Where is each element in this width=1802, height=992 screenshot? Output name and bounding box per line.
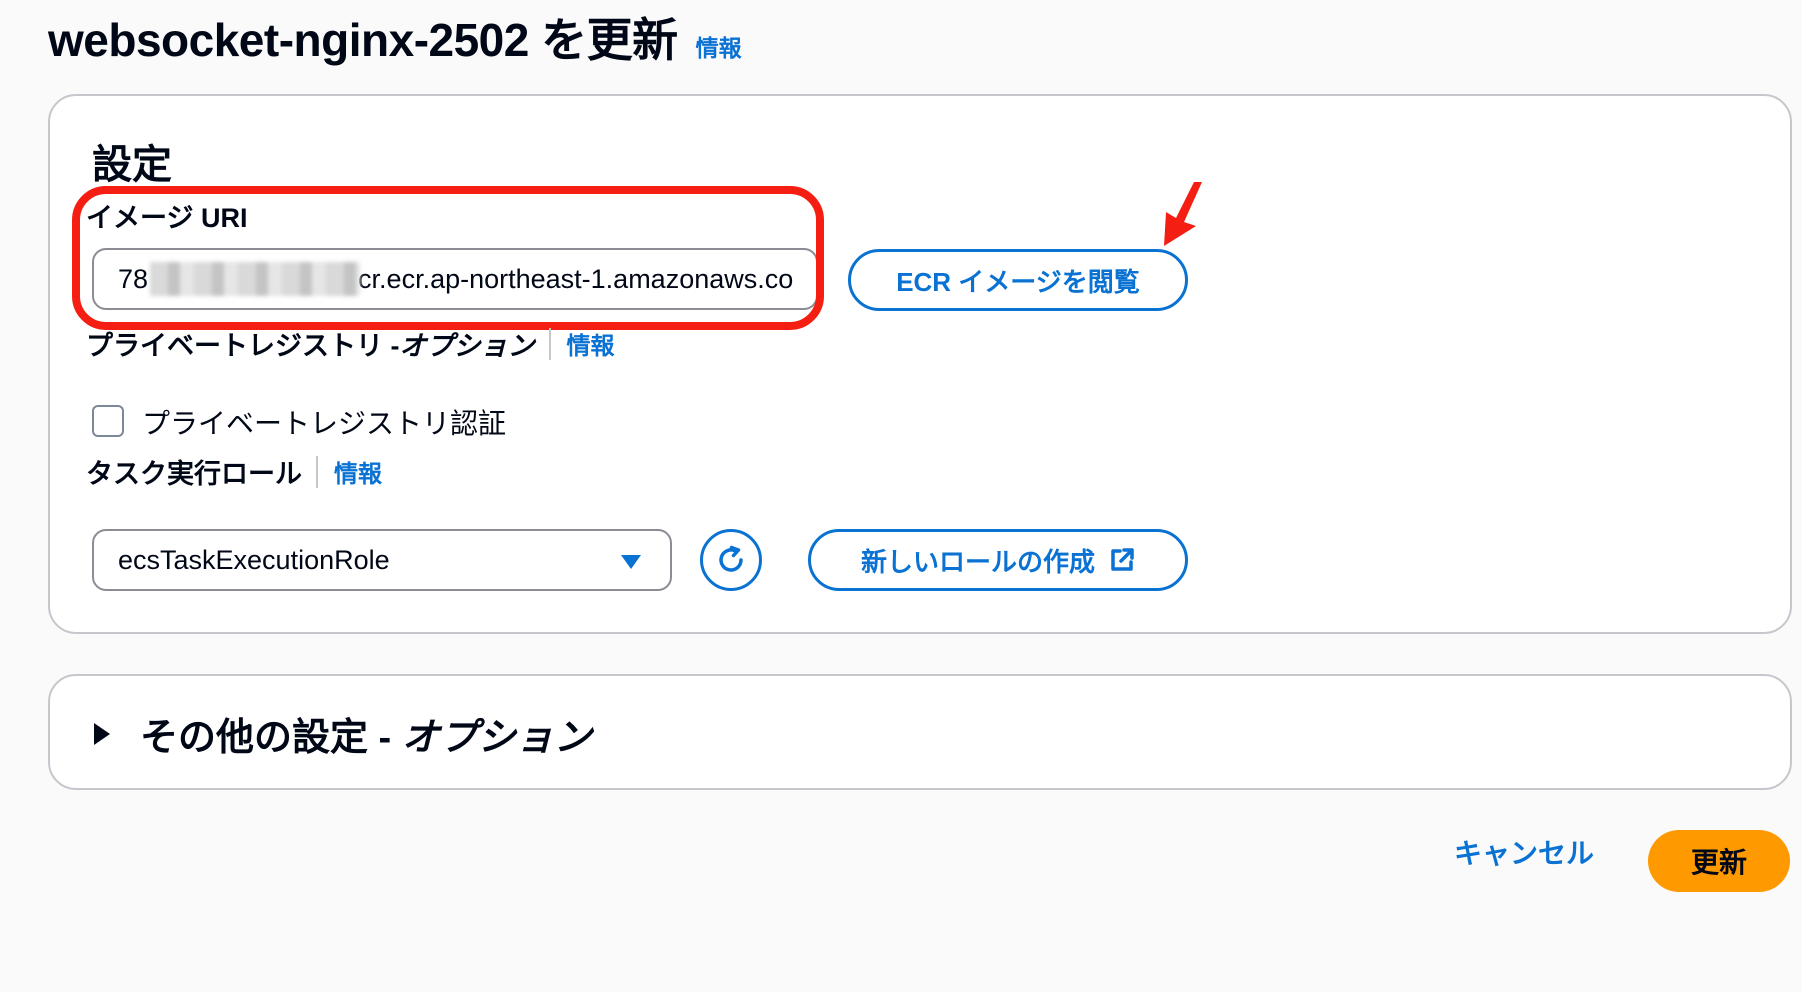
- task-role-select[interactable]: ecsTaskExecutionRole: [92, 529, 672, 591]
- cancel-button[interactable]: キャンセル: [1438, 822, 1610, 882]
- other-settings-title-text: その他の設定 -: [140, 717, 402, 759]
- other-settings-title: その他の設定 - オプション: [140, 706, 592, 761]
- create-new-role-button[interactable]: 新しいロールの作成: [808, 529, 1188, 591]
- private-registry-optional-text: オプション: [399, 331, 535, 361]
- task-role-info-link[interactable]: 情報: [334, 454, 382, 489]
- task-role-label-text: タスク実行ロール: [86, 459, 302, 489]
- create-new-role-label: 新しいロールの作成: [860, 546, 1095, 577]
- label-divider: [316, 455, 318, 488]
- image-uri-label-text: イメージ URI: [86, 203, 248, 233]
- other-settings-optional-text: オプション: [401, 717, 592, 759]
- image-uri-value-prefix: 78: [118, 263, 149, 294]
- private-registry-auth-label: プライベートレジストリ認証: [142, 408, 507, 439]
- private-registry-label-text: プライベートレジストリ -: [86, 331, 400, 361]
- task-role-selected-value: ecsTaskExecutionRole: [118, 544, 390, 575]
- browse-ecr-images-button[interactable]: ECR イメージを閲覧: [848, 249, 1188, 311]
- refresh-button[interactable]: [700, 529, 762, 591]
- image-uri-input[interactable]: 78 cr.ecr.ap-northeast-1.amazonaws.co: [92, 248, 818, 310]
- browse-ecr-images-label: ECR イメージを閲覧: [896, 266, 1140, 297]
- other-settings-panel: その他の設定 - オプション: [48, 674, 1792, 790]
- label-divider: [548, 327, 551, 360]
- image-uri-label: イメージ URI: [86, 196, 247, 235]
- settings-panel: 設定 イメージ URI 78 cr.ecr.ap-northeast-1.amaz…: [48, 94, 1792, 634]
- image-uri-value-suffix: cr.ecr.ap-northeast-1.amazonaws.co: [358, 263, 794, 294]
- page-header: websocket-nginx-2502 を更新 情報: [48, 4, 742, 70]
- page: websocket-nginx-2502 を更新 情報 設定 イメージ URI …: [0, 0, 1802, 992]
- update-button[interactable]: 更新: [1648, 830, 1790, 892]
- private-registry-label: プライベートレジストリ - オプション 情報: [86, 324, 615, 363]
- external-link-icon: [1111, 548, 1134, 571]
- caret-down-icon: [621, 555, 641, 569]
- task-role-label: タスク実行ロール 情報: [86, 452, 382, 491]
- settings-section-title: 設定: [92, 143, 172, 187]
- caret-right-icon: [94, 722, 110, 745]
- private-registry-info-link[interactable]: 情報: [567, 326, 615, 361]
- page-title: websocket-nginx-2502 を更新: [48, 14, 678, 66]
- redacted-region: [150, 262, 361, 296]
- header-info-link[interactable]: 情報: [696, 29, 742, 63]
- refresh-icon: [719, 545, 743, 572]
- annotation-arrow-icon: [1164, 182, 1202, 246]
- other-settings-expander[interactable]: その他の設定 - オプション: [92, 706, 592, 761]
- private-registry-auth-checkbox[interactable]: [92, 405, 124, 437]
